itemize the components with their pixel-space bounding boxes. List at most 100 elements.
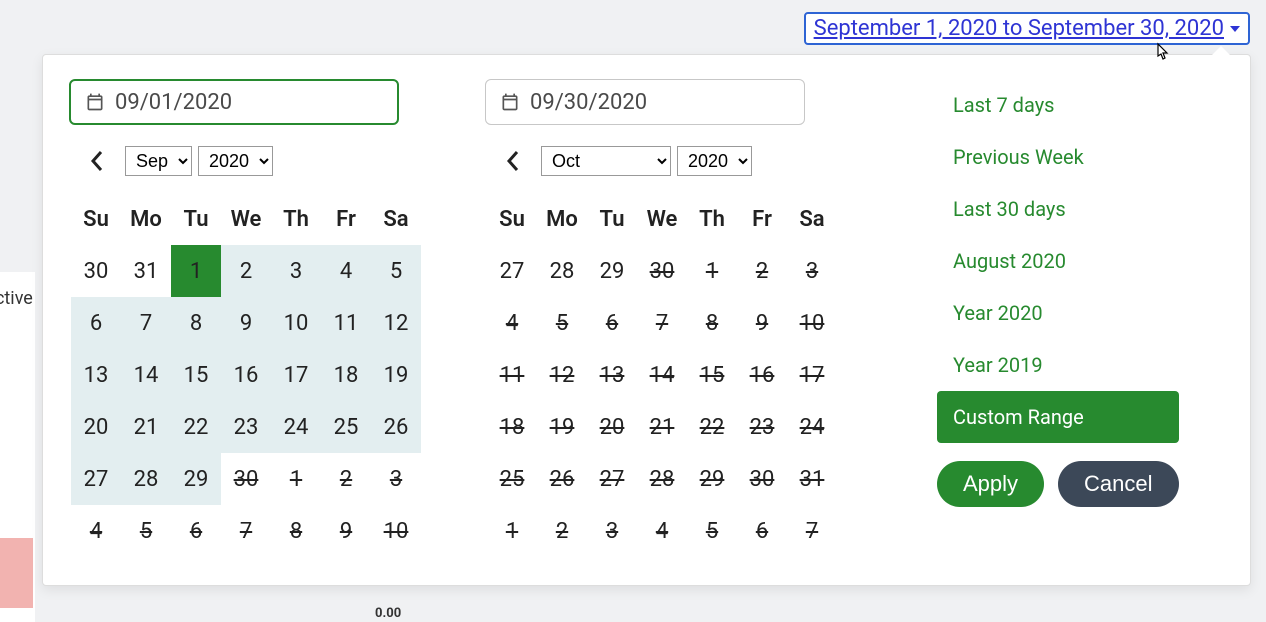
range-preset[interactable]: Year 2020 <box>937 287 1224 339</box>
calendar-day[interactable]: 3 <box>271 245 321 297</box>
calendar-day[interactable]: 10 <box>371 505 421 557</box>
calendar-day[interactable]: 30 <box>637 245 687 297</box>
calendar-day[interactable]: 31 <box>121 245 171 297</box>
calendar-day[interactable]: 2 <box>537 505 587 557</box>
apply-button[interactable]: Apply <box>937 461 1044 507</box>
calendar-day[interactable]: 8 <box>271 505 321 557</box>
calendar-day[interactable]: 22 <box>687 401 737 453</box>
calendar-day[interactable]: 14 <box>637 349 687 401</box>
calendar-day[interactable]: 12 <box>371 297 421 349</box>
calendar-day[interactable]: 30 <box>71 245 121 297</box>
calendar-day[interactable]: 3 <box>587 505 637 557</box>
calendar-day[interactable]: 20 <box>71 401 121 453</box>
range-preset[interactable]: Last 30 days <box>937 183 1224 235</box>
calendar-day[interactable]: 29 <box>687 453 737 505</box>
calendar-day[interactable]: 27 <box>487 245 537 297</box>
calendar-day[interactable]: 8 <box>687 297 737 349</box>
calendar-day[interactable]: 18 <box>487 401 537 453</box>
calendar-day[interactable]: 28 <box>121 453 171 505</box>
calendar-day[interactable]: 1 <box>487 505 537 557</box>
month-select-left[interactable]: Sep <box>125 146 192 176</box>
calendar-day[interactable]: 21 <box>637 401 687 453</box>
calendar-day[interactable]: 31 <box>787 453 837 505</box>
calendar-day[interactable]: 8 <box>171 297 221 349</box>
calendar-day[interactable]: 16 <box>221 349 271 401</box>
calendar-day[interactable]: 28 <box>637 453 687 505</box>
calendar-day[interactable]: 11 <box>321 297 371 349</box>
range-preset[interactable]: Previous Week <box>937 131 1224 183</box>
calendar-day[interactable]: 9 <box>221 297 271 349</box>
calendar-day[interactable]: 5 <box>687 505 737 557</box>
calendar-day[interactable]: 13 <box>587 349 637 401</box>
calendar-day[interactable]: 6 <box>71 297 121 349</box>
calendar-day[interactable]: 7 <box>787 505 837 557</box>
calendar-day[interactable]: 7 <box>637 297 687 349</box>
year-select-left[interactable]: 2020 <box>198 146 273 176</box>
calendar-day[interactable]: 3 <box>787 245 837 297</box>
calendar-day[interactable]: 1 <box>271 453 321 505</box>
calendar-day[interactable]: 27 <box>587 453 637 505</box>
calendar-day[interactable]: 1 <box>687 245 737 297</box>
calendar-day[interactable]: 10 <box>787 297 837 349</box>
range-preset[interactable]: August 2020 <box>937 235 1224 287</box>
calendar-day[interactable]: 26 <box>371 401 421 453</box>
calendar-day[interactable]: 2 <box>221 245 271 297</box>
calendar-day[interactable]: 5 <box>371 245 421 297</box>
calendar-day[interactable]: 13 <box>71 349 121 401</box>
calendar-day[interactable]: 19 <box>371 349 421 401</box>
calendar-day[interactable]: 23 <box>221 401 271 453</box>
calendar-day[interactable]: 7 <box>221 505 271 557</box>
calendar-day[interactable]: 6 <box>171 505 221 557</box>
calendar-day[interactable]: 4 <box>487 297 537 349</box>
calendar-day[interactable]: 29 <box>587 245 637 297</box>
calendar-day[interactable]: 24 <box>787 401 837 453</box>
prev-month-left-button[interactable] <box>79 143 115 179</box>
calendar-day[interactable]: 3 <box>371 453 421 505</box>
range-preset[interactable]: Last 7 days <box>937 79 1224 131</box>
calendar-day[interactable]: 10 <box>271 297 321 349</box>
calendar-day[interactable]: 2 <box>737 245 787 297</box>
calendar-day[interactable]: 21 <box>121 401 171 453</box>
prev-month-right-button[interactable] <box>495 143 531 179</box>
calendar-day[interactable]: 23 <box>737 401 787 453</box>
calendar-day[interactable]: 6 <box>587 297 637 349</box>
calendar-day[interactable]: 27 <box>71 453 121 505</box>
calendar-day[interactable]: 6 <box>737 505 787 557</box>
month-select-right[interactable]: Oct <box>541 146 671 176</box>
start-date-input[interactable]: 09/01/2020 <box>69 79 399 125</box>
calendar-day[interactable]: 19 <box>537 401 587 453</box>
calendar-day[interactable]: 17 <box>787 349 837 401</box>
calendar-day[interactable]: 16 <box>737 349 787 401</box>
calendar-day[interactable]: 15 <box>171 349 221 401</box>
calendar-day[interactable]: 2 <box>321 453 371 505</box>
calendar-day[interactable]: 11 <box>487 349 537 401</box>
date-range-trigger[interactable]: September 1, 2020 to September 30, 2020 <box>804 12 1250 45</box>
cancel-button[interactable]: Cancel <box>1058 461 1178 507</box>
calendar-day[interactable]: 18 <box>321 349 371 401</box>
calendar-day[interactable]: 30 <box>221 453 271 505</box>
calendar-day[interactable]: 15 <box>687 349 737 401</box>
calendar-day[interactable]: 9 <box>737 297 787 349</box>
range-preset[interactable]: Year 2019 <box>937 339 1224 391</box>
calendar-day[interactable]: 5 <box>121 505 171 557</box>
calendar-day[interactable]: 5 <box>537 297 587 349</box>
calendar-day[interactable]: 29 <box>171 453 221 505</box>
calendar-day[interactable]: 28 <box>537 245 587 297</box>
calendar-day[interactable]: 20 <box>587 401 637 453</box>
calendar-day[interactable]: 1 <box>171 245 221 297</box>
calendar-day[interactable]: 9 <box>321 505 371 557</box>
calendar-day[interactable]: 25 <box>487 453 537 505</box>
calendar-day[interactable]: 14 <box>121 349 171 401</box>
calendar-day[interactable]: 4 <box>321 245 371 297</box>
calendar-day[interactable]: 22 <box>171 401 221 453</box>
calendar-day[interactable]: 30 <box>737 453 787 505</box>
calendar-day[interactable]: 12 <box>537 349 587 401</box>
calendar-day[interactable]: 4 <box>637 505 687 557</box>
range-preset[interactable]: Custom Range <box>937 391 1179 443</box>
year-select-right[interactable]: 2020 <box>677 146 752 176</box>
calendar-day[interactable]: 4 <box>71 505 121 557</box>
calendar-day[interactable]: 7 <box>121 297 171 349</box>
end-date-input[interactable]: 09/30/2020 <box>485 79 805 125</box>
calendar-day[interactable]: 26 <box>537 453 587 505</box>
calendar-day[interactable]: 24 <box>271 401 321 453</box>
